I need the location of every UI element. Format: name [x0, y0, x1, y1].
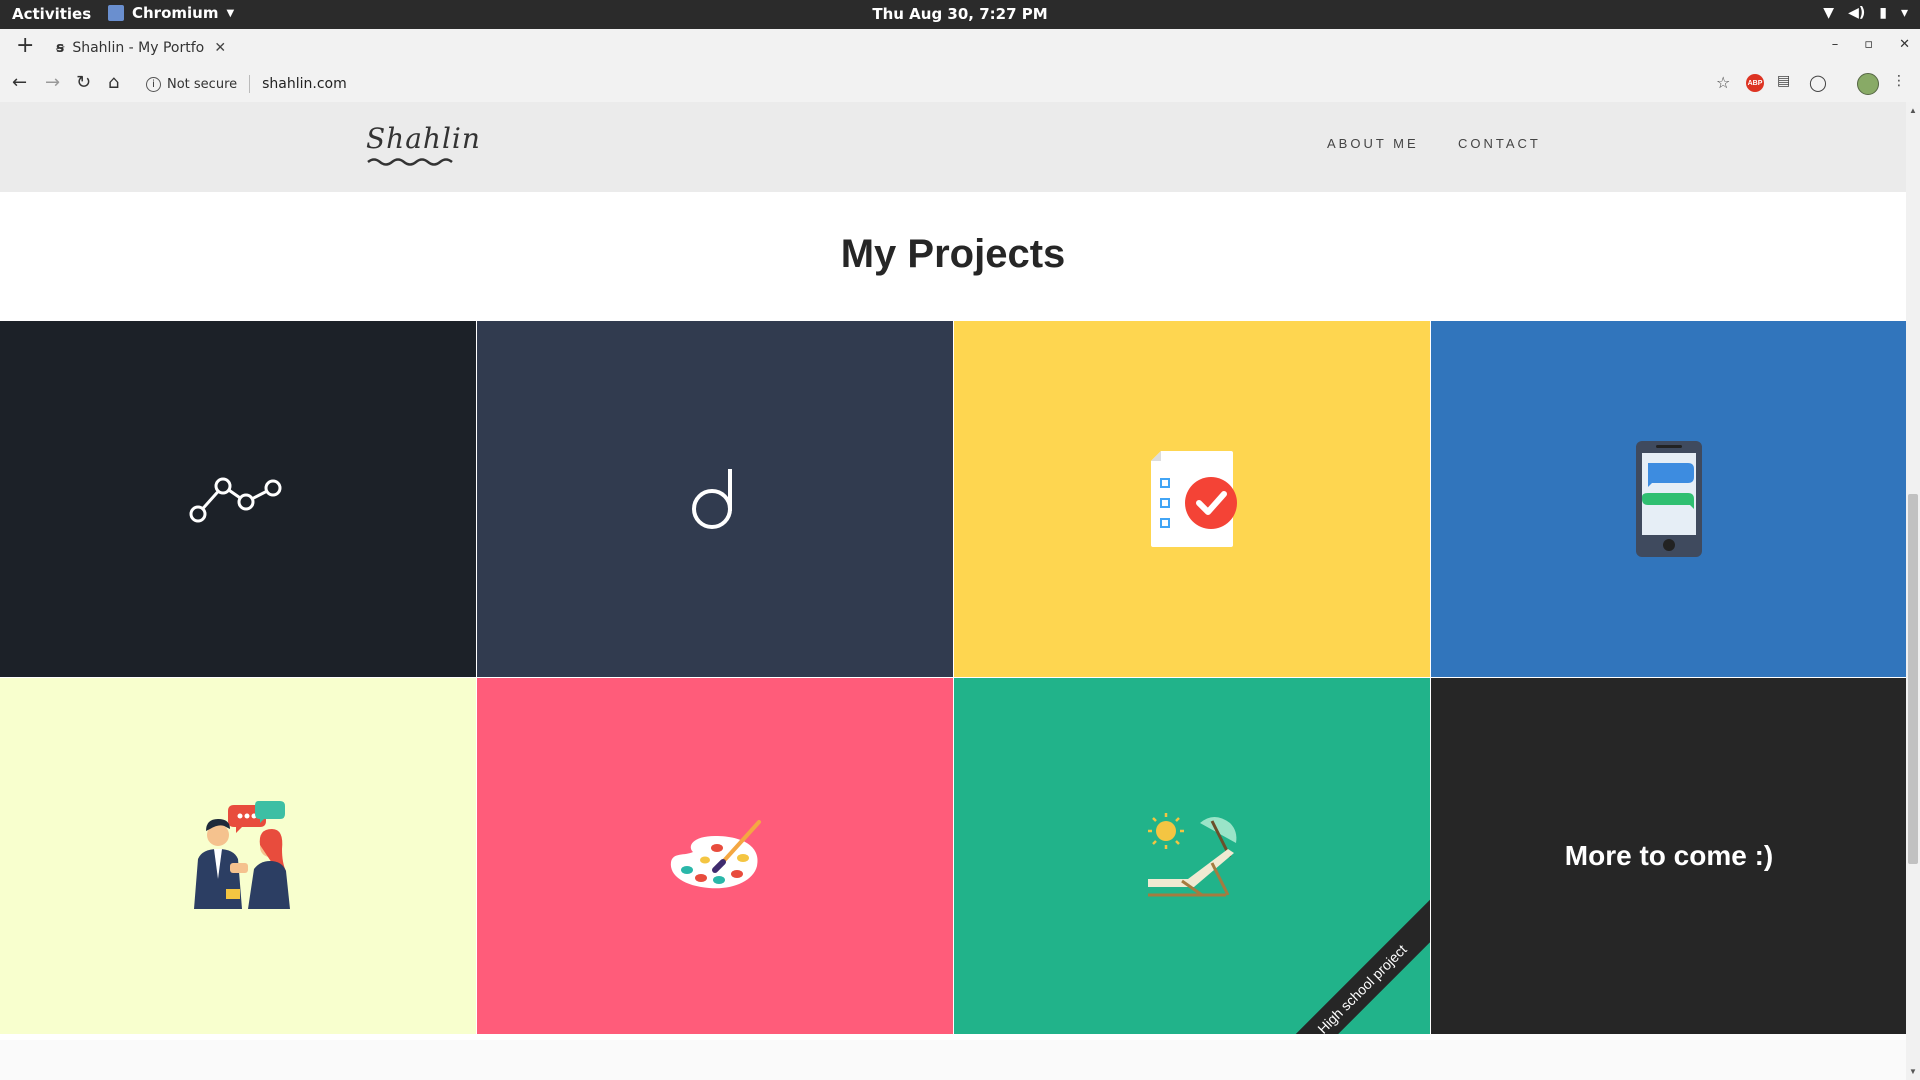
business-people-icon — [194, 801, 290, 909]
app-menu[interactable]: Chromium ▼ — [108, 4, 234, 22]
profile-avatar[interactable] — [1857, 73, 1879, 95]
minimize-icon[interactable]: – — [1832, 37, 1839, 52]
letter-d-icon — [692, 468, 732, 529]
site-header: Shahlin ABOUT ME CONTACT — [0, 102, 1906, 192]
logo-wave-icon — [367, 158, 453, 166]
wifi-icon: ▼ — [1823, 5, 1835, 21]
app-name: Chromium — [132, 4, 219, 22]
page-title: My Projects — [840, 232, 1066, 276]
project-tile[interactable] — [1431, 321, 1906, 677]
site-logo[interactable]: Shahlin — [366, 122, 481, 155]
scroll-down-icon[interactable]: ▼ — [1909, 1067, 1917, 1076]
project-tile[interactable] — [477, 678, 953, 1034]
project-tile[interactable]: More to come :) — [1431, 678, 1906, 1034]
omnibox[interactable]: i Not secure shahlin.com — [146, 75, 347, 93]
activities-button[interactable]: Activities — [12, 5, 91, 23]
security-label: Not secure — [167, 76, 238, 92]
bookmark-star-icon[interactable]: ☆ — [1716, 73, 1730, 92]
chromium-app-icon — [108, 5, 124, 21]
new-tab-button[interactable]: + — [16, 33, 34, 58]
project-tile[interactable] — [0, 678, 476, 1034]
line-graph-icon — [189, 477, 282, 523]
home-icon[interactable]: ⌂ — [108, 72, 119, 93]
project-tile[interactable]: High school project — [954, 678, 1430, 1034]
page-scrollbar[interactable]: ▲ ▼ — [1906, 102, 1920, 1080]
url-text[interactable]: shahlin.com — [262, 76, 347, 92]
chat-phone-icon — [1636, 441, 1702, 557]
site-favicon-icon: ꞩ — [56, 40, 65, 56]
system-tray[interactable]: ▼ ◀) ▮ ▾ — [1823, 5, 1908, 21]
web-page: Shahlin ABOUT ME CONTACT My Projects Hig… — [0, 102, 1906, 1080]
back-arrow-icon[interactable]: ← — [12, 72, 27, 93]
projects-section: My Projects High school project More to … — [0, 192, 1906, 1040]
chevron-down-icon: ▼ — [226, 7, 235, 19]
close-window-icon[interactable]: ✕ — [1899, 37, 1910, 52]
high-school-ribbon: High school project — [1266, 893, 1430, 1034]
clock[interactable]: Thu Aug 30, 7:27 PM — [872, 5, 1047, 23]
extension-circle-icon[interactable]: ◯ — [1809, 73, 1827, 92]
battery-icon: ▮ — [1879, 5, 1887, 21]
adblock-plus-icon[interactable]: ABP — [1746, 74, 1764, 92]
checklist-icon — [1151, 451, 1237, 547]
tab-strip: + ꞩ Shahlin - My Portfo ✕ – ▫ ✕ — [0, 29, 1920, 65]
beach-chair-icon — [1148, 813, 1237, 897]
more-to-come-text: More to come :) — [1564, 840, 1774, 871]
tab-title: Shahlin - My Portfo — [72, 40, 205, 56]
chevron-down-icon: ▾ — [1900, 5, 1908, 21]
more-menu-icon[interactable]: ⋮ — [1892, 73, 1906, 89]
volume-icon: ◀) — [1848, 5, 1866, 21]
browser-tab[interactable]: ꞩ Shahlin - My Portfo ✕ — [56, 33, 234, 63]
maximize-icon[interactable]: ▫ — [1864, 37, 1873, 52]
nav-contact[interactable]: CONTACT — [1458, 136, 1541, 151]
nav-about-me[interactable]: ABOUT ME — [1327, 136, 1419, 151]
system-top-bar: Activities Chromium ▼ Thu Aug 30, 7:27 P… — [0, 0, 1920, 29]
extension-icon[interactable]: ▤ — [1777, 73, 1790, 89]
close-tab-icon[interactable]: ✕ — [214, 40, 226, 56]
project-tile[interactable] — [477, 321, 953, 677]
browser-toolbar: ← → ↻ ⌂ i Not secure shahlin.com ☆ ABP ▤… — [0, 65, 1920, 103]
scrollbar-thumb[interactable] — [1908, 494, 1918, 864]
projects-grid: High school project More to come :) — [0, 321, 1906, 1034]
info-icon[interactable]: i — [146, 76, 161, 92]
project-tile[interactable] — [0, 321, 476, 677]
scroll-up-icon[interactable]: ▲ — [1909, 106, 1917, 115]
project-tile[interactable] — [954, 321, 1430, 677]
reload-icon[interactable]: ↻ — [76, 72, 91, 93]
divider — [249, 75, 251, 93]
window-controls: – ▫ ✕ — [1832, 37, 1910, 52]
forward-arrow-icon[interactable]: → — [45, 72, 60, 93]
paint-palette-icon — [670, 820, 761, 889]
